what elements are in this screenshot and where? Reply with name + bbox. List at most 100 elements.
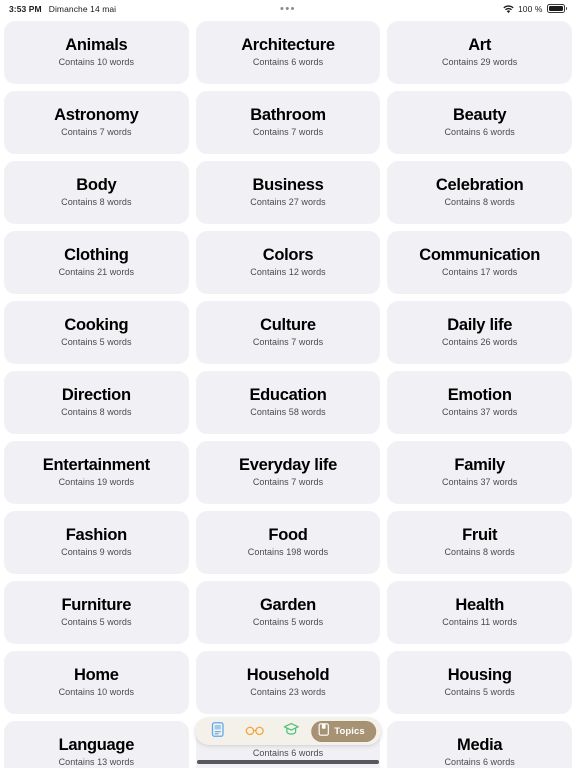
topic-card[interactable]: Household Contains 23 words — [195, 651, 381, 714]
battery-icon — [546, 4, 567, 13]
tab-topics-label: Topics — [334, 726, 365, 737]
topic-card[interactable]: Daily life Contains 26 words — [387, 301, 572, 364]
topic-card-subtitle: Contains 37 words — [441, 476, 518, 487]
topic-card[interactable]: Animals Contains 10 words — [4, 21, 189, 84]
topic-card-subtitle: Contains 37 words — [441, 406, 518, 417]
topic-card-subtitle: Contains 17 words — [441, 266, 518, 277]
topic-card[interactable]: Furniture Contains 5 words — [4, 581, 189, 644]
topic-card-subtitle: Contains 13 words — [58, 756, 135, 767]
topic-card-title: Culture — [260, 316, 316, 335]
topic-card[interactable]: Fashion Contains 9 words — [4, 511, 189, 574]
topic-card-title: Body — [76, 176, 117, 195]
battery-percent-label: 100 % — [517, 3, 543, 14]
home-indicator[interactable] — [197, 760, 379, 764]
topic-card[interactable]: Communication Contains 17 words — [387, 231, 572, 294]
topic-card-subtitle: Contains 7 words — [61, 126, 132, 137]
topic-card[interactable]: Clothing Contains 21 words — [4, 231, 189, 294]
topic-card[interactable]: Entertainment Contains 19 words — [4, 441, 189, 504]
tab-learn[interactable] — [274, 721, 308, 742]
topic-card-subtitle: Contains 5 words — [61, 616, 132, 627]
topic-card[interactable]: Fruit Contains 8 words — [387, 511, 572, 574]
status-bar-right: 100 % — [503, 4, 567, 14]
status-bar-date: Dimanche 14 mai — [48, 3, 117, 14]
topic-card-title: Media — [457, 736, 503, 755]
topic-card[interactable]: Garden Contains 5 words — [195, 581, 381, 644]
topic-card-title: Health — [455, 596, 504, 615]
topic-card[interactable]: Bathroom Contains 7 words — [195, 91, 381, 154]
topic-card[interactable]: Art Contains 29 words — [387, 21, 572, 84]
topic-card[interactable]: Home Contains 10 words — [4, 651, 189, 714]
topic-card-title: Emotion — [447, 386, 512, 405]
topic-card[interactable]: Everyday life Contains 7 words — [195, 441, 381, 504]
topic-card-title: Astronomy — [54, 106, 139, 125]
tab-topics[interactable]: Topics — [311, 721, 376, 742]
topic-card-title: Household — [246, 666, 330, 685]
topic-card-subtitle: Contains 23 words — [250, 686, 326, 697]
topic-card[interactable]: Health Contains 11 words — [387, 581, 572, 644]
topic-card[interactable]: Architecture Contains 6 words — [195, 21, 381, 84]
topic-card-title: Fruit — [462, 526, 498, 545]
glasses-icon — [245, 723, 264, 741]
topic-card-subtitle: Contains 21 words — [58, 266, 135, 277]
topic-card-subtitle: Contains 29 words — [441, 56, 518, 67]
topic-card-title: Art — [468, 36, 492, 55]
topic-card-subtitle: Contains 7 words — [252, 336, 324, 347]
topic-card[interactable]: Body Contains 8 words — [4, 161, 189, 224]
topic-card[interactable]: Education Contains 58 words — [195, 371, 381, 434]
topic-card[interactable]: Food Contains 198 words — [195, 511, 381, 574]
topic-card-subtitle: Contains 9 words — [61, 546, 132, 557]
topic-card-title: Education — [249, 386, 327, 405]
topic-card[interactable]: Housing Contains 5 words — [387, 651, 572, 714]
topic-card-title: Housing — [447, 666, 512, 685]
topic-card-subtitle: Contains 12 words — [250, 266, 326, 277]
topics-book-icon — [318, 722, 329, 741]
topic-card[interactable]: Beauty Contains 6 words — [387, 91, 572, 154]
flashcard-icon — [211, 721, 224, 742]
topic-card-subtitle: Contains 10 words — [58, 56, 135, 67]
topic-card[interactable]: Direction Contains 8 words — [4, 371, 189, 434]
topic-card-title: Furniture — [61, 596, 132, 615]
status-bar-dots: ••• — [279, 2, 297, 15]
topic-card-title: Communication — [419, 246, 541, 265]
topic-card-title: Colors — [262, 246, 314, 265]
topic-card-title: Celebration — [435, 176, 524, 195]
topic-card[interactable]: Cooking Contains 5 words — [4, 301, 189, 364]
topic-card-subtitle: Contains 5 words — [61, 336, 132, 347]
graduation-cap-icon — [283, 722, 299, 741]
topic-card[interactable]: Media Contains 6 words — [387, 721, 572, 768]
topic-card-subtitle: Contains 6 words — [444, 756, 515, 767]
topic-card-title: Animals — [65, 36, 128, 55]
topic-card[interactable]: Culture Contains 7 words — [195, 301, 381, 364]
topic-card-subtitle: Contains 6 words — [444, 126, 515, 137]
topic-card-title: Bathroom — [250, 106, 326, 125]
topic-card-subtitle: Contains 19 words — [58, 476, 135, 487]
topics-grid[interactable]: Animals Contains 10 words Architecture Cont… — [0, 17, 576, 768]
topic-card-title: Language — [58, 736, 135, 755]
topic-card[interactable]: Language Contains 13 words — [4, 721, 189, 768]
topic-card[interactable]: Family Contains 37 words — [387, 441, 572, 504]
topic-card-subtitle: Contains 5 words — [444, 686, 515, 697]
topic-card-title: Everyday life — [239, 456, 337, 475]
wifi-icon — [503, 5, 514, 14]
topic-card-title: Architecture — [241, 36, 335, 55]
topic-card-subtitle: Contains 10 words — [58, 686, 135, 697]
topic-card[interactable]: Emotion Contains 37 words — [387, 371, 572, 434]
status-bar: 3:53 PM Dimanche 14 mai ••• 100 % — [0, 0, 576, 17]
topic-card[interactable]: Celebration Contains 8 words — [387, 161, 572, 224]
status-bar-left: 3:53 PM Dimanche 14 mai — [9, 4, 116, 14]
topic-card-subtitle: Contains 8 words — [444, 196, 515, 207]
topic-card[interactable]: Astronomy Contains 7 words — [4, 91, 189, 154]
status-bar-time: 3:53 PM — [9, 3, 42, 14]
topic-card-title: Direction — [61, 386, 131, 405]
topic-card-subtitle: Contains 6 words — [252, 748, 324, 759]
topic-card-subtitle: Contains 27 words — [250, 196, 326, 207]
tab-flashcards[interactable] — [200, 721, 234, 742]
topic-card-subtitle: Contains 11 words — [442, 616, 518, 627]
topic-card-title: Home — [74, 666, 119, 685]
tab-bar[interactable]: Topics — [195, 718, 381, 745]
tab-review[interactable] — [237, 721, 271, 742]
topic-card[interactable]: Business Contains 27 words — [195, 161, 381, 224]
topic-card-title: Food — [268, 526, 308, 545]
topic-card-subtitle: Contains 26 words — [441, 336, 518, 347]
topic-card[interactable]: Colors Contains 12 words — [195, 231, 381, 294]
